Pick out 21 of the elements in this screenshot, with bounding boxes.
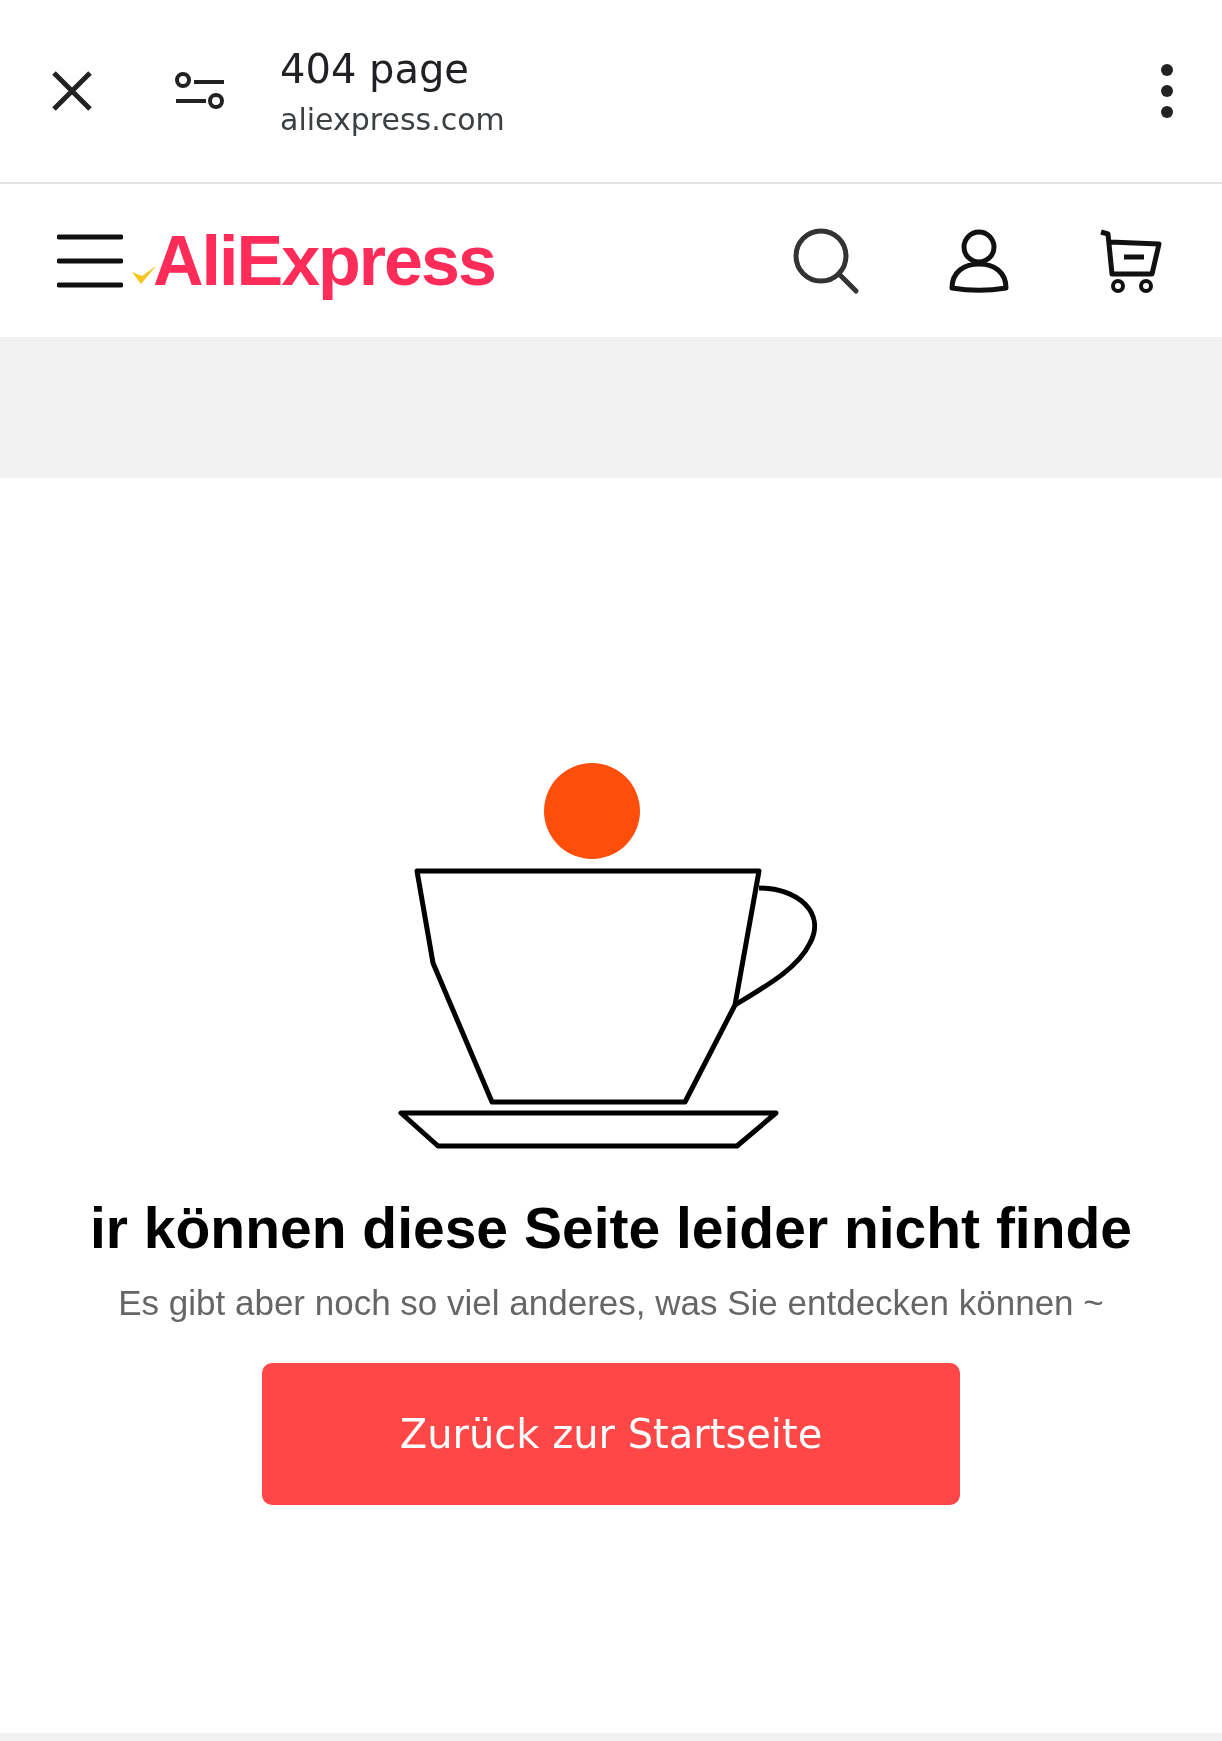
user-icon: [948, 227, 1010, 294]
check-icon: [131, 263, 157, 286]
cart-button[interactable]: [1098, 227, 1162, 294]
menu-button[interactable]: [57, 233, 123, 288]
search-icon: [792, 226, 860, 295]
error-heading: ir können diese Seite leider nicht finde: [89, 1195, 1133, 1261]
page-title: 404 page: [280, 45, 470, 92]
tune-icon: [174, 71, 226, 111]
error-message: Es gibt aber noch so viel anderes, was Sie entdecken können ~: [118, 1283, 1104, 1323]
close-button[interactable]: [50, 69, 94, 113]
home-button[interactable]: Zurück zur Startseite: [262, 1363, 960, 1505]
account-button[interactable]: [948, 227, 1010, 294]
more-icon: [1160, 63, 1174, 119]
menu-icon: [57, 233, 123, 288]
close-icon: [50, 69, 94, 113]
cart-icon: [1098, 227, 1162, 294]
site-settings-button[interactable]: [174, 71, 226, 111]
more-button[interactable]: [1160, 63, 1174, 119]
logo[interactable]: AliExpress: [131, 220, 792, 301]
search-button[interactable]: [792, 226, 860, 295]
page-url: aliexpress.com: [280, 101, 506, 137]
